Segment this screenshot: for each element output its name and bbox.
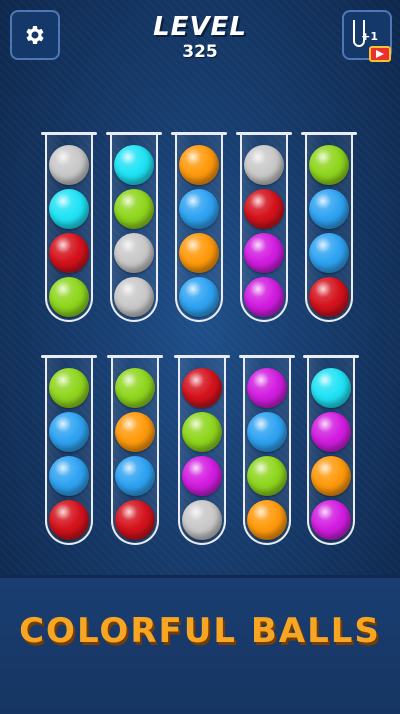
lime-ball [247,456,287,496]
level-number: 325 [182,42,218,62]
blue-ball [49,456,89,496]
red-ball [49,233,89,273]
video-ad-icon[interactable] [369,46,391,62]
gray-ball [244,145,284,185]
cyan-ball [114,145,154,185]
lime-ball [49,368,89,408]
tube-bottom-3[interactable] [174,355,230,545]
red-ball [309,277,349,317]
orange-ball [179,233,219,273]
gray-ball [182,500,222,540]
red-ball [244,189,284,229]
magenta-ball [247,368,287,408]
lime-ball [115,368,155,408]
tube-top-1[interactable] [41,132,97,322]
blue-ball [309,233,349,273]
orange-ball [179,145,219,185]
magenta-ball [244,233,284,273]
magenta-ball [182,456,222,496]
blue-ball [247,412,287,452]
gray-ball [49,145,89,185]
tube-bottom-1[interactable] [41,355,97,545]
blue-ball [49,412,89,452]
tube-top-4[interactable] [236,132,292,322]
magenta-ball [244,277,284,317]
orange-ball [311,456,351,496]
lime-ball [114,189,154,229]
tube-top-3[interactable] [171,132,227,322]
gray-ball [114,277,154,317]
lime-ball [182,412,222,452]
lime-ball [309,145,349,185]
lime-ball [49,277,89,317]
red-ball [49,500,89,540]
banner-title: COLORFUL BALLS [19,611,381,651]
tube-bottom-2[interactable] [107,355,163,545]
cyan-ball [311,368,351,408]
blue-ball [179,277,219,317]
red-ball [115,500,155,540]
orange-ball [115,412,155,452]
tube-top-5[interactable] [301,132,357,322]
blue-ball [115,456,155,496]
level-title: LEVEL [153,12,247,42]
tube-bottom-5[interactable] [303,355,359,545]
magenta-ball [311,500,351,540]
magenta-ball [311,412,351,452]
cyan-ball [49,189,89,229]
blue-ball [309,189,349,229]
tube-bottom-4[interactable] [239,355,295,545]
red-ball [182,368,222,408]
orange-ball [247,500,287,540]
blue-ball [179,189,219,229]
gray-ball [114,233,154,273]
tube-top-2[interactable] [106,132,162,322]
plus-one-badge: +1 [361,30,378,43]
